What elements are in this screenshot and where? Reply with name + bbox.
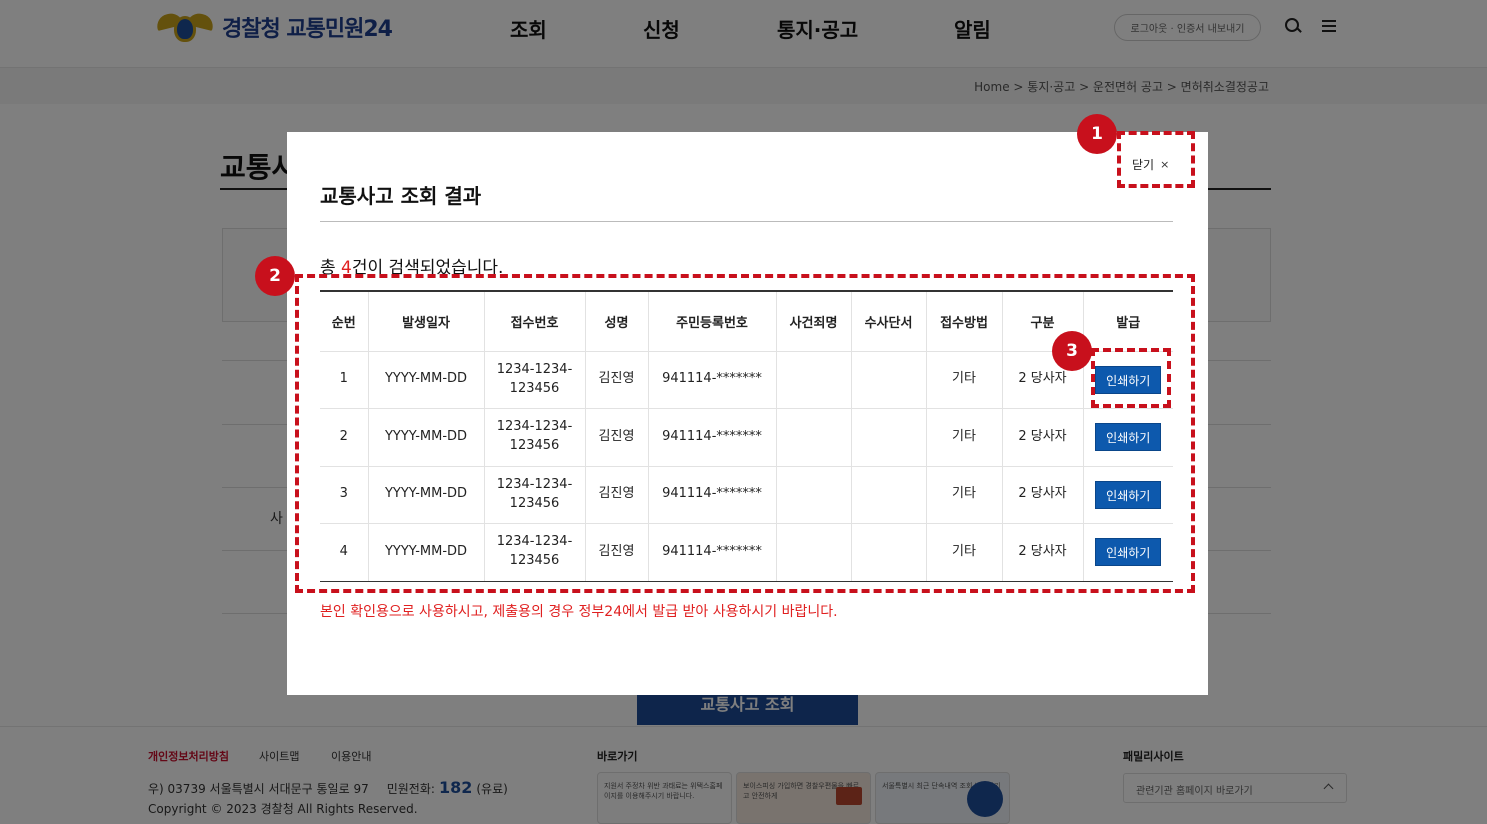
annotation-box-print — [1091, 348, 1171, 408]
modal-title: 교통사고 조회 결과 — [320, 184, 482, 208]
annotation-badge-1: 1 — [1077, 114, 1117, 154]
annotation-badge-2: 2 — [255, 256, 295, 296]
annotation-badge-3: 3 — [1052, 331, 1092, 371]
usage-notice: 본인 확인용으로 사용하시고, 제출용의 경우 정부24에서 발급 받아 사용하… — [320, 604, 838, 620]
annotation-box-close — [1117, 131, 1195, 188]
modal-title-divider — [320, 221, 1173, 222]
annotation-box-table — [295, 274, 1195, 593]
